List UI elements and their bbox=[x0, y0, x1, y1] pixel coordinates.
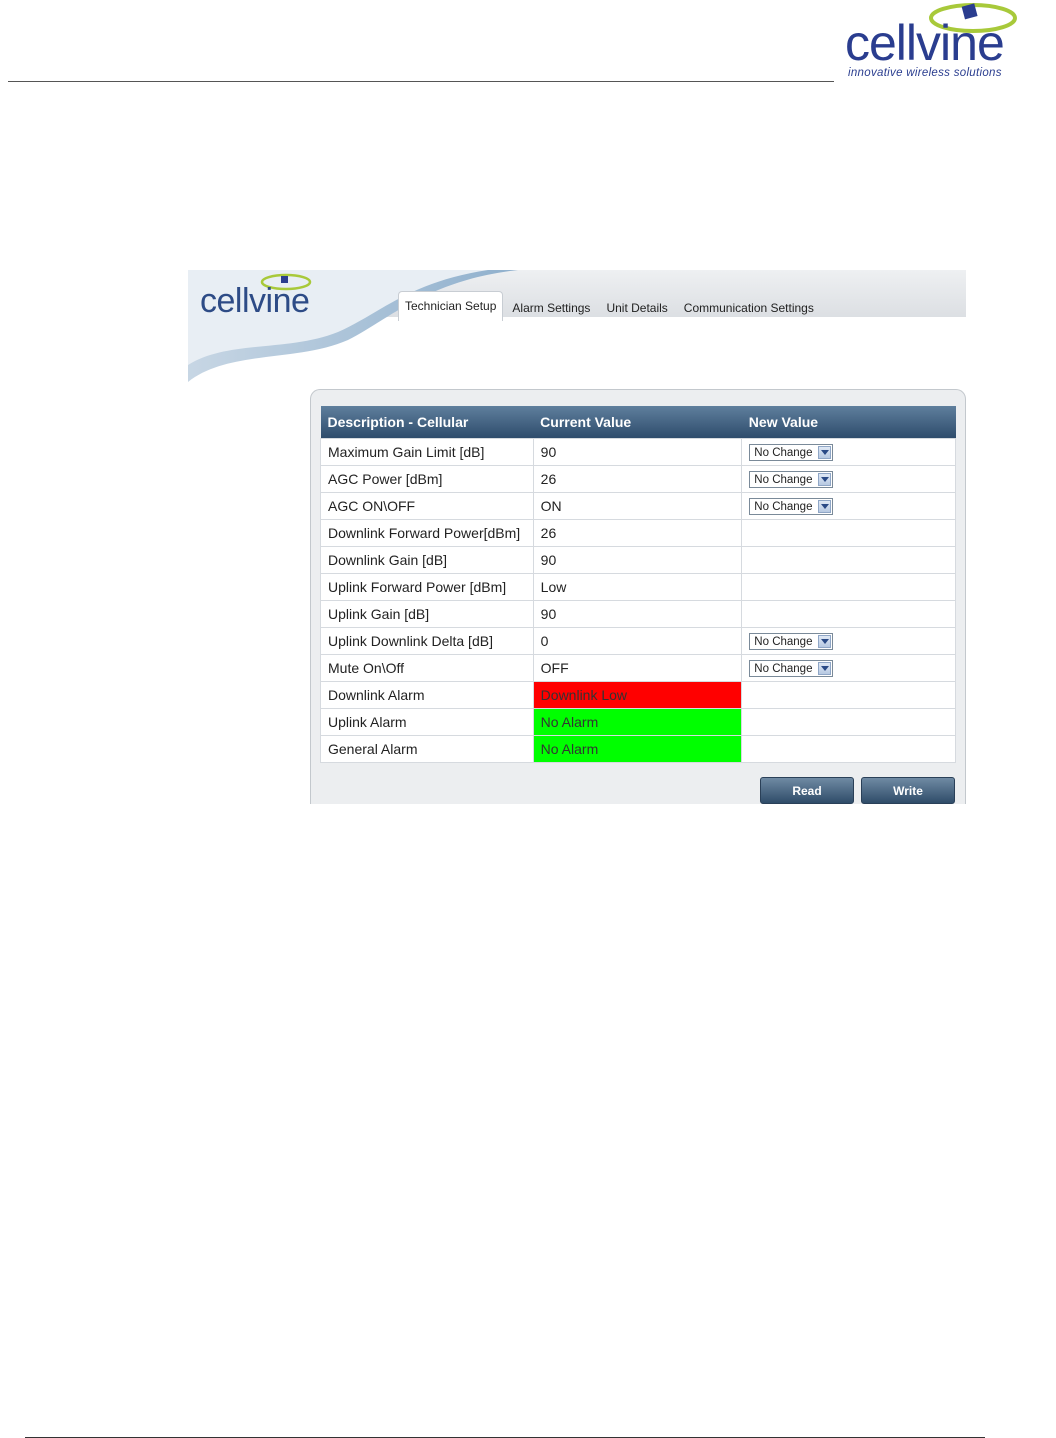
table-header-row: Description - Cellular Current Value New… bbox=[320, 406, 956, 439]
doc-logo-tagline: innovative wireless solutions bbox=[848, 67, 1002, 79]
row-new-value-cell: No Change bbox=[741, 465, 956, 493]
row-new-value-cell bbox=[741, 519, 956, 547]
tab-unit-details[interactable]: Unit Details bbox=[599, 294, 674, 321]
select-value: No Change bbox=[754, 446, 813, 459]
row-description: Uplink Gain [dB] bbox=[320, 600, 534, 628]
column-header-current-value: Current Value bbox=[533, 406, 742, 439]
header-divider bbox=[8, 81, 834, 82]
row-new-value-cell bbox=[741, 708, 956, 736]
row-current-value: 90 bbox=[532, 438, 743, 466]
row-new-value-cell bbox=[741, 681, 956, 709]
table-row: Downlink Gain [dB] 90 bbox=[320, 546, 956, 574]
app-header: cellvine Technician Setup Alarm Settings… bbox=[188, 270, 966, 382]
row-description: Downlink Forward Power[dBm] bbox=[320, 519, 534, 547]
app-window: cellvine Technician Setup Alarm Settings… bbox=[188, 270, 966, 805]
row-description: AGC ON\OFF bbox=[320, 492, 534, 520]
select-value: No Change bbox=[754, 635, 813, 648]
table-row: AGC ON\OFF ON No Change bbox=[320, 492, 956, 520]
row-description: AGC Power [dBm] bbox=[320, 465, 534, 493]
select-value: No Change bbox=[754, 500, 813, 513]
settings-panel: Description - Cellular Current Value New… bbox=[310, 389, 966, 804]
settings-table: Description - Cellular Current Value New… bbox=[320, 406, 956, 763]
row-current-value: OFF bbox=[532, 654, 743, 682]
row-current-value: ON bbox=[532, 492, 743, 520]
new-value-select[interactable]: No Change bbox=[749, 660, 834, 678]
row-current-value: 26 bbox=[532, 465, 743, 493]
alarm-status-cell: No Alarm bbox=[532, 735, 743, 763]
chevron-down-icon bbox=[818, 473, 832, 487]
tab-communication-settings[interactable]: Communication Settings bbox=[677, 294, 821, 321]
row-new-value-cell: No Change bbox=[741, 654, 956, 682]
new-value-select[interactable]: No Change bbox=[749, 498, 834, 516]
chevron-down-icon bbox=[818, 500, 832, 514]
table-row: General Alarm No Alarm bbox=[320, 735, 956, 763]
row-new-value-cell: No Change bbox=[741, 492, 956, 520]
row-description: Downlink Gain [dB] bbox=[320, 546, 534, 574]
table-row: AGC Power [dBm] 26 No Change bbox=[320, 465, 956, 493]
new-value-select[interactable]: No Change bbox=[749, 633, 834, 651]
table-row: Downlink Forward Power[dBm] 26 bbox=[320, 519, 956, 547]
row-description: Downlink Alarm bbox=[320, 681, 534, 709]
row-description: Uplink Forward Power [dBm] bbox=[320, 573, 534, 601]
row-current-value: 26 bbox=[532, 519, 743, 547]
row-description: General Alarm bbox=[320, 735, 534, 763]
row-new-value-cell: No Change bbox=[741, 438, 956, 466]
new-value-select[interactable]: No Change bbox=[749, 444, 834, 462]
column-header-new-value: New Value bbox=[741, 406, 956, 439]
chevron-down-icon bbox=[818, 635, 832, 649]
column-header-description: Description - Cellular bbox=[320, 406, 534, 439]
row-new-value-cell bbox=[741, 573, 956, 601]
select-value: No Change bbox=[754, 473, 813, 486]
doc-logo-text: cellvine bbox=[845, 15, 1005, 71]
table-row: Uplink Downlink Delta [dB] 0 No Change bbox=[320, 627, 956, 655]
table-row: Mute On\Off OFF No Change bbox=[320, 654, 956, 682]
select-value: No Change bbox=[754, 662, 813, 675]
row-description: Uplink Alarm bbox=[320, 708, 534, 736]
table-row: Uplink Forward Power [dBm] Low bbox=[320, 573, 956, 601]
table-row: Maximum Gain Limit [dB] 90 No Change bbox=[320, 438, 956, 466]
table-row: Downlink Alarm Downlink Low bbox=[320, 681, 956, 709]
read-button[interactable]: Read bbox=[760, 777, 854, 804]
row-description: Mute On\Off bbox=[320, 654, 534, 682]
tab-bar: Technician Setup Alarm Settings Unit Det… bbox=[398, 291, 823, 321]
table-row: Uplink Alarm No Alarm bbox=[320, 708, 956, 736]
alarm-status-cell: No Alarm bbox=[532, 708, 743, 736]
row-description: Maximum Gain Limit [dB] bbox=[320, 438, 534, 466]
row-new-value-cell bbox=[741, 600, 956, 628]
cellvine-document-logo: cellvine innovative wireless solutions bbox=[845, 0, 1050, 82]
row-current-value: Low bbox=[532, 573, 743, 601]
write-button[interactable]: Write bbox=[861, 777, 955, 804]
row-new-value-cell: No Change bbox=[741, 627, 956, 655]
chevron-down-icon bbox=[818, 446, 832, 460]
table-row: Uplink Gain [dB] 90 bbox=[320, 600, 956, 628]
row-current-value: 90 bbox=[532, 546, 743, 574]
row-new-value-cell bbox=[741, 735, 956, 763]
new-value-select[interactable]: No Change bbox=[749, 471, 834, 489]
app-logo-text: cellvine bbox=[200, 282, 310, 320]
tab-technician-setup[interactable]: Technician Setup bbox=[398, 291, 504, 321]
row-description: Uplink Downlink Delta [dB] bbox=[320, 627, 534, 655]
row-new-value-cell bbox=[741, 546, 956, 574]
alarm-status-cell: Downlink Low bbox=[532, 681, 743, 709]
row-current-value: 90 bbox=[532, 600, 743, 628]
row-current-value: 0 bbox=[532, 627, 743, 655]
chevron-down-icon bbox=[818, 662, 832, 676]
tab-alarm-settings[interactable]: Alarm Settings bbox=[505, 294, 597, 321]
